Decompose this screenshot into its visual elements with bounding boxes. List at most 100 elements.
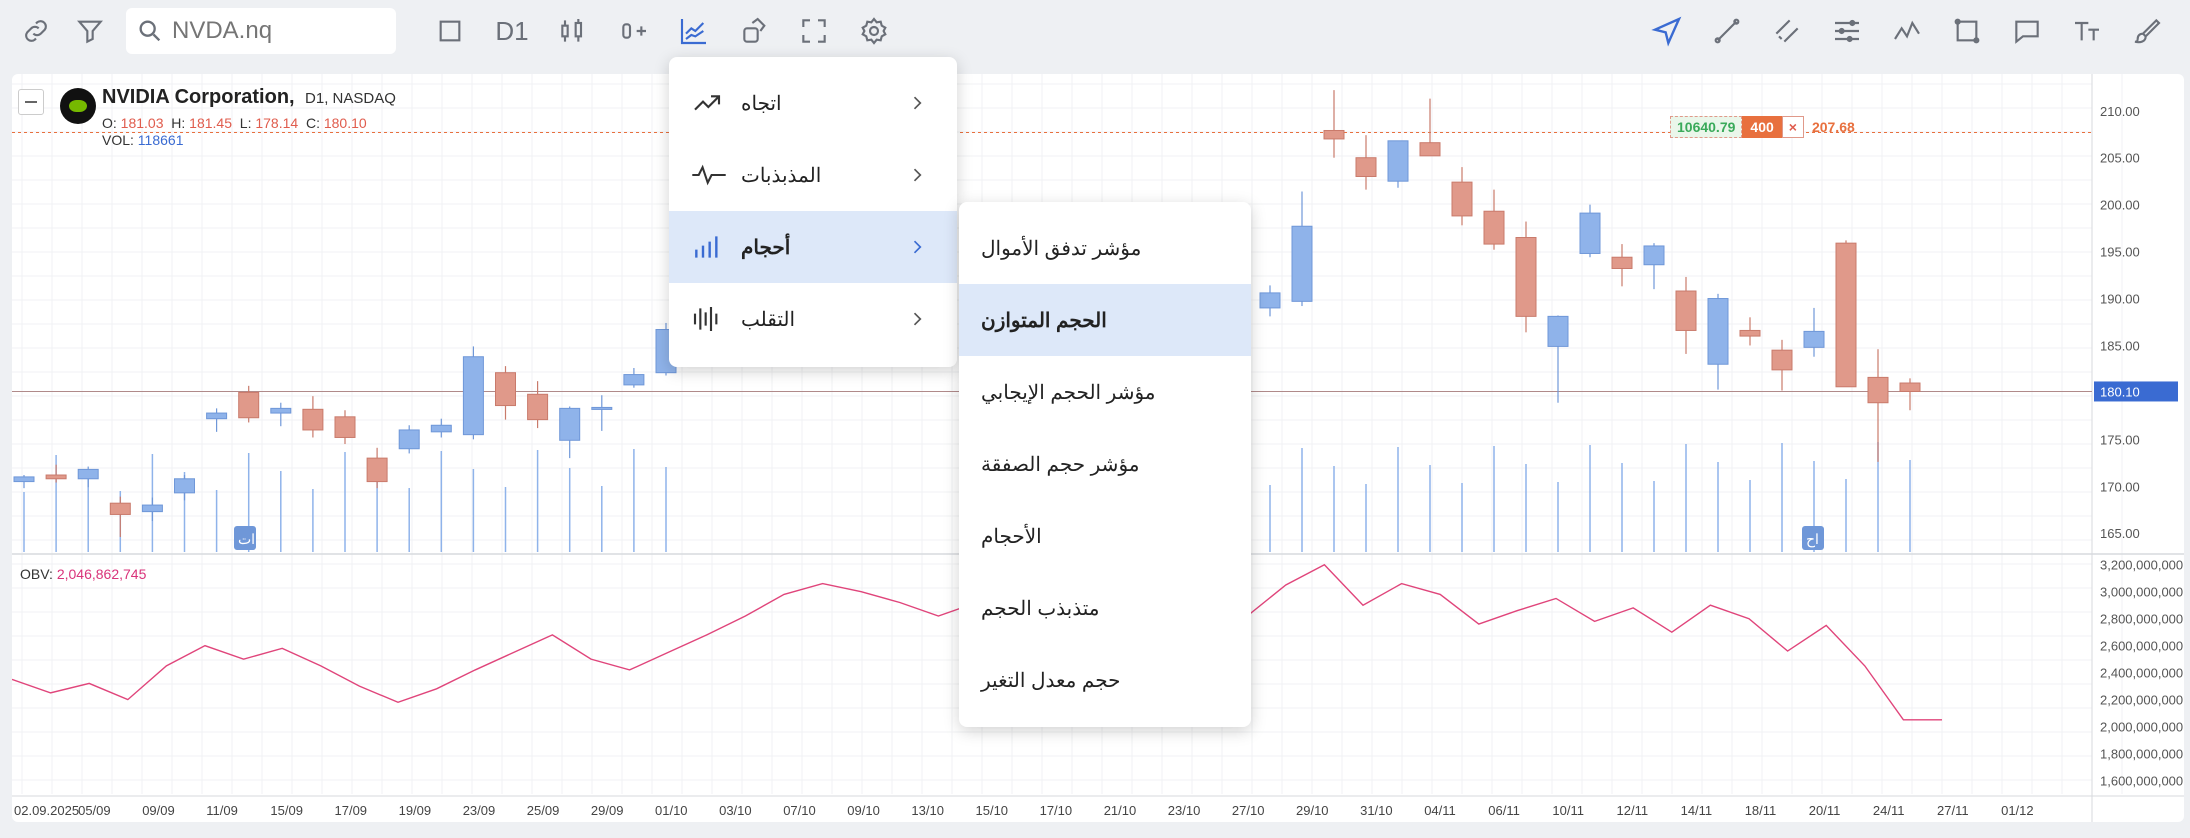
- date-tick-label: 23/09: [463, 803, 496, 818]
- collapse-legend-button[interactable]: [18, 89, 44, 115]
- submenu-item-vroc[interactable]: حجم معدل التغير: [959, 644, 1251, 716]
- date-tick-label: 03/10: [719, 803, 752, 818]
- menu-item-trend[interactable]: اتجاه: [669, 67, 957, 139]
- submenu-item-label: متذبذب الحجم: [981, 597, 1100, 620]
- legend-title-row: NVIDIA Corporation, D1, NASDAQ: [102, 86, 396, 109]
- symbol-meta: D1, NASDAQ: [305, 90, 396, 107]
- price-tick-label: 175.00: [2100, 432, 2140, 447]
- open-value: 181.03: [120, 115, 164, 131]
- submenu-item-label: حجم معدل التغير: [981, 669, 1121, 692]
- candle-body: [1515, 237, 1537, 317]
- candle-body: [77, 468, 99, 480]
- search-icon: [139, 20, 161, 42]
- order-level: 207.68: [1811, 119, 1855, 135]
- add-indicator-icon[interactable]: [614, 11, 654, 51]
- close-label: C:: [305, 115, 320, 131]
- pattern-icon[interactable]: [1887, 11, 1927, 51]
- low-label: L:: [239, 115, 252, 131]
- event-marker-label: ات: [238, 531, 255, 547]
- order-tag[interactable]: 10640.79 400 × 207.68: [1670, 116, 1863, 138]
- menu-item-label: المذبذبات: [741, 164, 822, 187]
- price-tick-label: 200.00: [2100, 198, 2140, 213]
- candle-body: [495, 372, 516, 407]
- chart-type-square-icon[interactable]: [430, 11, 470, 51]
- date-tick-label: 31/10: [1360, 803, 1393, 818]
- candle-body: [238, 391, 260, 419]
- templates-icon[interactable]: [735, 11, 775, 51]
- candle-body: [1579, 212, 1601, 254]
- obv-tick-label: 1,600,000,000: [2100, 774, 2183, 789]
- timeframe-label: D1: [495, 15, 529, 46]
- close-value: 180.10: [323, 115, 367, 131]
- volume-bars-icon: [691, 229, 727, 265]
- order-quantity[interactable]: 400: [1742, 116, 1782, 138]
- chevron-right-icon: [913, 168, 922, 182]
- chevron-right-icon: [913, 312, 922, 326]
- candle-body: [1355, 157, 1377, 177]
- submenu-item-label: مؤشر حجم الصفقة: [981, 453, 1140, 476]
- trend-icon: [691, 85, 727, 121]
- obv-tick-label: 2,000,000,000: [2100, 720, 2183, 735]
- open-label: O:: [102, 115, 117, 131]
- trendline-icon[interactable]: [1707, 11, 1747, 51]
- comment-icon[interactable]: [2007, 11, 2047, 51]
- date-tick-label: 25/09: [527, 803, 560, 818]
- date-tick-label: 12/11: [1617, 803, 1649, 818]
- volume-label: VOL:: [102, 132, 134, 148]
- date-tick-label: 04/11: [1424, 803, 1456, 818]
- text-icon[interactable]: [2067, 11, 2107, 51]
- candles-icon[interactable]: [553, 11, 593, 51]
- navigate-arrow-icon[interactable]: [1647, 11, 1687, 51]
- indicators-menu: اتجاه المذبذبات أحجام التقلب: [669, 57, 957, 367]
- filter-icon[interactable]: [70, 11, 110, 51]
- brush-icon[interactable]: [2127, 11, 2167, 51]
- candle-body: [1899, 382, 1921, 392]
- date-tick-label: 15/10: [976, 803, 1009, 818]
- candle-body: [1771, 349, 1793, 371]
- chevron-right-icon: [913, 96, 922, 110]
- volumes-submenu: مؤشر تدفق الأموال الحجم المتوازن مؤشر ال…: [959, 202, 1251, 727]
- channel-icon[interactable]: [1767, 11, 1807, 51]
- submenu-item-volume-oscillator[interactable]: متذبذب الحجم: [959, 572, 1251, 644]
- submenu-item-pvi[interactable]: مؤشر الحجم الإيجابي: [959, 356, 1251, 428]
- menu-item-label: التقلب: [741, 308, 796, 331]
- date-tick-label: 29/10: [1296, 803, 1329, 818]
- link-icon[interactable]: [16, 11, 56, 51]
- submenu-item-mfi[interactable]: مؤشر تدفق الأموال: [959, 212, 1251, 284]
- menu-item-volatility[interactable]: التقلب: [669, 283, 957, 355]
- obv-legend: OBV: 2,046,862,745: [20, 566, 146, 582]
- date-tick-label: 15/09: [270, 803, 303, 818]
- fullscreen-icon[interactable]: [794, 11, 834, 51]
- candle-body: [1835, 242, 1857, 388]
- fib-levels-icon[interactable]: [1827, 11, 1867, 51]
- submenu-item-obv[interactable]: الحجم المتوازن: [959, 284, 1251, 356]
- price-tick-label: 210.00: [2100, 104, 2140, 119]
- submenu-item-volumes[interactable]: الأحجام: [959, 500, 1251, 572]
- submenu-item-label: مؤشر تدفق الأموال: [981, 237, 1142, 260]
- order-price: 10640.79: [1670, 116, 1743, 138]
- submenu-item-label: الحجم المتوازن: [981, 309, 1107, 332]
- submenu-item-label: الأحجام: [981, 525, 1042, 548]
- rectangle-icon[interactable]: [1947, 11, 1987, 51]
- candle-body: [109, 502, 131, 515]
- price-tick-label: 205.00: [2100, 151, 2140, 166]
- submenu-item-tvi[interactable]: مؤشر حجم الصفقة: [959, 428, 1251, 500]
- obv-tick-label: 1,800,000,000: [2100, 747, 2183, 762]
- menu-item-label: أحجام: [741, 236, 791, 259]
- date-tick-label: 27/11: [1937, 803, 1969, 818]
- candle-body: [1291, 225, 1313, 302]
- settings-gear-icon[interactable]: [854, 11, 894, 51]
- date-tick-label: 05/09: [78, 803, 111, 818]
- candle-body: [334, 416, 356, 438]
- top-toolbar: D1: [0, 0, 2190, 62]
- candle-body: [1419, 142, 1441, 157]
- timeframe-button[interactable]: D1: [490, 11, 534, 51]
- last-price-label: 180.10: [2100, 384, 2140, 399]
- order-close-button[interactable]: ×: [1781, 116, 1804, 138]
- candle-body: [366, 457, 388, 483]
- indicators-icon[interactable]: [674, 11, 714, 51]
- search-input[interactable]: [170, 16, 374, 46]
- menu-item-oscillators[interactable]: المذبذبات: [669, 139, 957, 211]
- menu-item-volumes[interactable]: أحجام: [669, 211, 957, 283]
- symbol-search[interactable]: [126, 8, 396, 54]
